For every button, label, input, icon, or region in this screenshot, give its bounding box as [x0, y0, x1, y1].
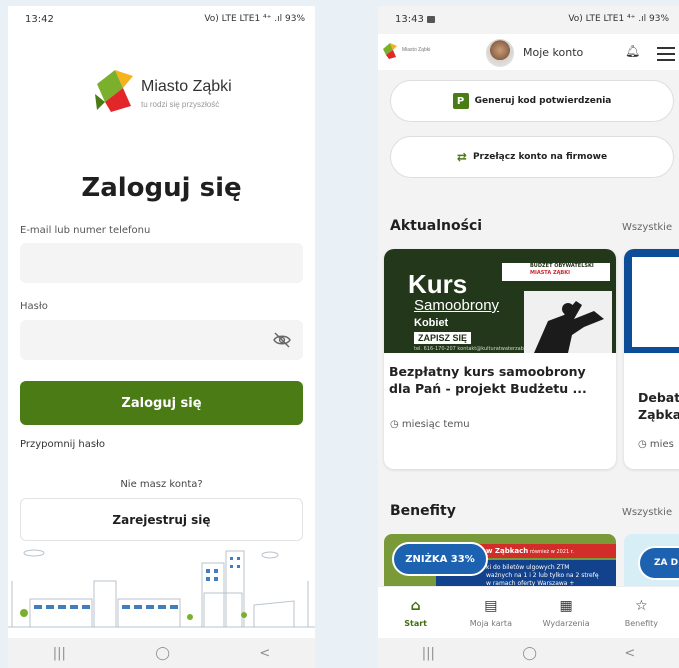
logo-name: Miasto Ząbki: [141, 78, 232, 95]
benefit-card[interactable]: ZA D: [624, 534, 679, 594]
bell-icon[interactable]: 🔔︎: [625, 44, 640, 58]
discount-badge: ZNIŻKA 33%: [392, 542, 488, 576]
calendar-icon: ▦: [559, 598, 573, 614]
clock-icon: ◷: [638, 439, 647, 450]
news-section-title: Aktualności: [390, 218, 483, 234]
generate-code-button[interactable]: P Generuj kod potwierdzenia: [390, 80, 674, 122]
back-button[interactable]: <: [624, 646, 635, 661]
benefits-see-all-link[interactable]: Wszystkie: [622, 507, 672, 518]
status-time: 13:43: [395, 14, 436, 25]
gallery-notification-icon: [427, 15, 436, 23]
tab-label: Wydarzenia: [542, 619, 590, 628]
news-card-time: ◷ mies: [638, 439, 674, 450]
news-card-title: Bezpłatny kurs samoobrony dla Pań - proj…: [389, 364, 587, 396]
hamburger-menu-icon[interactable]: [657, 47, 675, 65]
tab-events[interactable]: ▦ Wydarzenia: [529, 587, 604, 638]
tab-label: Benefity: [624, 619, 659, 628]
tab-label: Moja karta: [469, 619, 512, 628]
register-button[interactable]: Zarejestruj się: [20, 498, 303, 541]
star-icon: ☆: [635, 598, 648, 614]
clock-icon: ◷: [390, 419, 399, 430]
home-button[interactable]: ◯: [522, 646, 537, 661]
id-card-icon: ▤: [484, 598, 498, 614]
home-button[interactable]: ◯: [155, 646, 170, 661]
no-account-text: Nie masz konta?: [120, 479, 203, 490]
recent-apps-button[interactable]: |||: [53, 646, 66, 661]
email-label: E-mail lub numer telefonu: [20, 225, 151, 236]
status-bar: 13:42 Vo) LTE LTE1 ⁴⁺ .ıl 93%: [8, 6, 315, 34]
recent-apps-button[interactable]: |||: [422, 646, 435, 661]
back-button[interactable]: <: [259, 646, 270, 661]
miasto-zabki-logo: Miasto Ząbki tu rodzi się przyszłość: [93, 66, 233, 116]
image-text-samoobrony: Samoobrony: [414, 297, 500, 314]
news-card-image: Kurs Samoobrony Kobiet ZAPISZ SIĘ tel. 6…: [384, 249, 616, 353]
email-field[interactable]: [20, 243, 303, 283]
city-skyline-illustration: [8, 549, 315, 628]
news-card[interactable]: Kurs Samoobrony Kobiet ZAPISZ SIĘ tel. 6…: [384, 249, 616, 469]
login-button[interactable]: Zaloguj się: [20, 381, 303, 425]
fighter-silhouette: [524, 291, 612, 353]
parking-icon: P: [452, 93, 469, 109]
app-header: Miasto Ząbki Moje konto 🔔︎: [378, 34, 679, 70]
switch-account-label: Przełącz konto na firmowe: [472, 152, 608, 162]
news-card[interactable]: Debat Ząbka ◷ mies: [624, 249, 679, 469]
news-card-image: [624, 249, 679, 353]
system-nav-bar: ||| ◯ <: [8, 638, 315, 668]
page-title: Zaloguj się: [81, 173, 242, 203]
password-label: Hasło: [20, 301, 48, 312]
benefit-card[interactable]: w Ząbkach również w 2021 r. ki do biletó…: [384, 534, 616, 594]
password-field[interactable]: [20, 320, 303, 360]
bottom-tab-bar: ⌂ Start ▤ Moja karta ▦ Wydarzenia ☆ Bene…: [378, 586, 679, 638]
tab-benefits[interactable]: ☆ Benefity: [604, 587, 679, 638]
generate-code-label: Generuj kod potwierdzenia: [474, 96, 612, 106]
image-text-zapisz: ZAPISZ SIĘ: [414, 332, 472, 344]
home-icon: ⌂: [410, 598, 421, 614]
image-text-kurs: Kurs: [408, 269, 468, 299]
header-logo[interactable]: Miasto Ząbki: [382, 42, 442, 60]
image-budget-banner: BUDŻET OBYWATELSKI MIASTA ZĄBKI: [502, 263, 610, 281]
app-home-screen: 13:43 Vo) LTE LTE1 ⁴⁺ .ıl 93% Miasto Ząb…: [378, 6, 679, 668]
switch-arrows-icon: ⇄: [456, 150, 467, 164]
my-account-label[interactable]: Moje konto: [523, 46, 583, 59]
avatar[interactable]: [486, 39, 514, 67]
status-indicators: Vo) LTE LTE1 ⁴⁺ .ıl 93%: [568, 14, 669, 24]
news-card-time: ◷ miesiąc temu: [390, 419, 470, 430]
discount-badge: ZA D: [638, 546, 679, 580]
status-time: 13:42: [25, 14, 54, 25]
image-text-kobiet: Kobiet: [414, 317, 449, 329]
logo-mark-icon: [95, 70, 133, 112]
forgot-password-link[interactable]: Przypomnij hasło: [20, 439, 105, 450]
logo-tagline: tu rodzi się przyszłość: [141, 100, 220, 109]
logo-mark-icon: [383, 43, 397, 59]
image-text-contact: tel. 616-170-207 kontakt@kulturatwaterza…: [414, 346, 535, 352]
eye-off-icon[interactable]: [273, 332, 291, 348]
login-screen: 13:42 Vo) LTE LTE1 ⁴⁺ .ıl 93% Miasto Ząb…: [8, 6, 315, 668]
status-indicators: Vo) LTE LTE1 ⁴⁺ .ıl 93%: [204, 14, 305, 24]
news-see-all-link[interactable]: Wszystkie: [622, 222, 672, 233]
switch-account-button[interactable]: ⇄ Przełącz konto na firmowe: [390, 136, 674, 178]
status-bar: 13:43 Vo) LTE LTE1 ⁴⁺ .ıl 93%: [378, 6, 679, 34]
benefits-section-title: Benefity: [390, 503, 456, 519]
tab-label: Start: [404, 619, 427, 628]
tab-start[interactable]: ⌂ Start: [378, 587, 453, 638]
header-logo-text: Miasto Ząbki: [402, 47, 431, 53]
tab-my-card[interactable]: ▤ Moja karta: [453, 587, 528, 638]
system-nav-bar: ||| ◯ <: [378, 638, 679, 668]
news-card-title: Debat Ząbka: [638, 390, 679, 422]
